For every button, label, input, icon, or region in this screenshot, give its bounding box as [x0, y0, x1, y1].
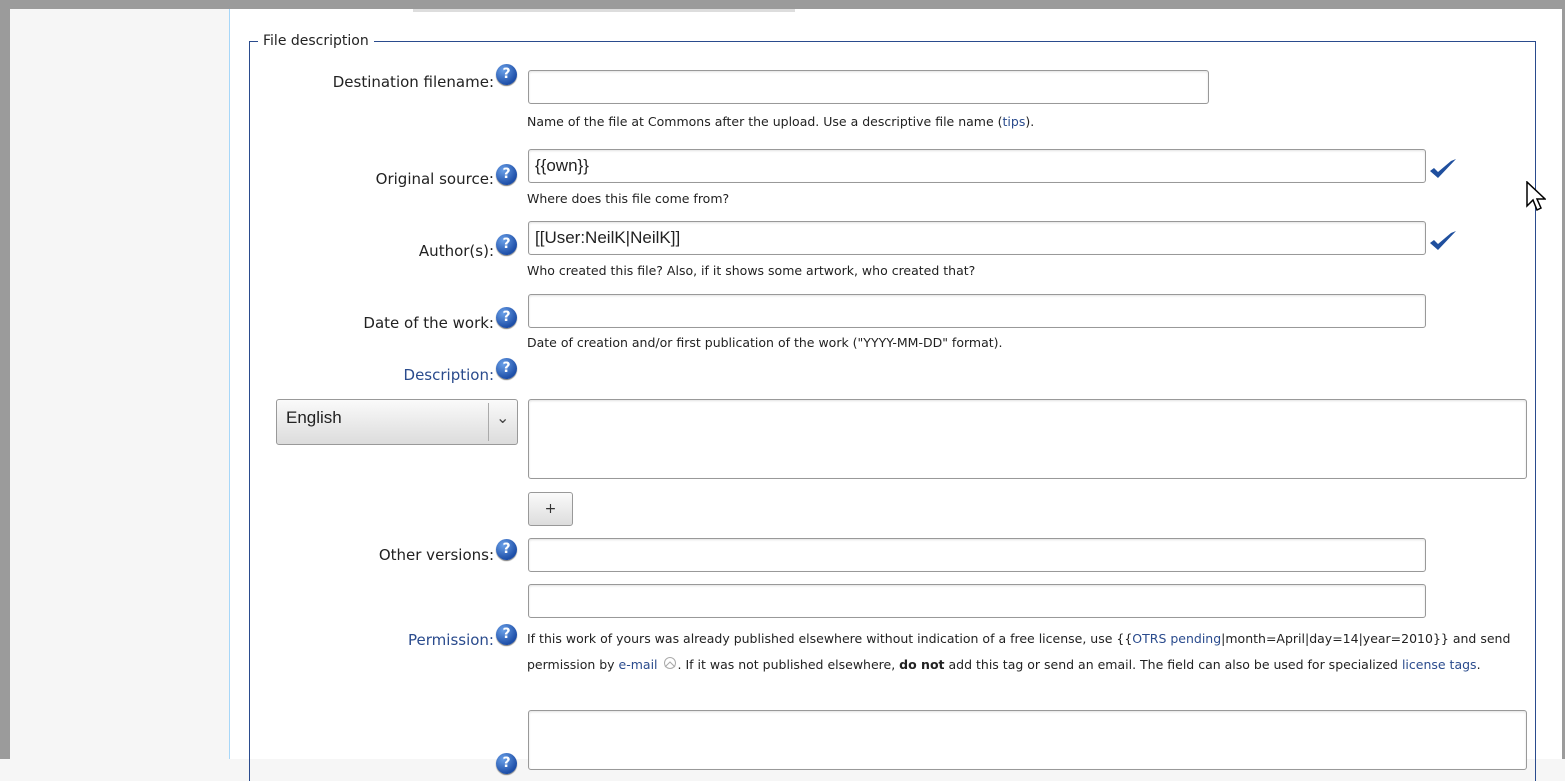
help-icon[interactable]: ?	[496, 753, 517, 774]
date-of-work-label: Date of the work:	[363, 314, 494, 332]
help-icon[interactable]: ?	[496, 539, 517, 560]
help-icon[interactable]: ?	[496, 358, 517, 379]
permission-label-link[interactable]: Permission:	[408, 631, 494, 649]
help-icon[interactable]: ?	[496, 164, 517, 185]
destination-filename-input[interactable]	[528, 70, 1209, 104]
language-select-value: English	[286, 408, 342, 427]
select-divider	[488, 403, 489, 441]
description-label-link[interactable]: Description:	[404, 366, 494, 384]
window-frame-left	[0, 0, 10, 759]
checkmark-icon	[1430, 159, 1456, 178]
help-icon[interactable]: ?	[496, 624, 517, 645]
email-envelope-icon	[663, 657, 676, 669]
permission-textarea[interactable]	[528, 710, 1527, 770]
language-select[interactable]: English ⌄	[276, 399, 518, 445]
date-of-work-input[interactable]	[528, 294, 1426, 328]
add-description-button[interactable]: +	[528, 492, 573, 526]
other-versions-input-2[interactable]	[528, 584, 1426, 618]
license-tags-link[interactable]: license tags	[1402, 657, 1477, 672]
permission-hint: If this work of yours was already publis…	[527, 631, 1511, 672]
author-hint: Who created this file? Also, if it shows…	[527, 263, 976, 278]
help-icon[interactable]: ?	[496, 234, 517, 255]
date-of-work-hint: Date of creation and/or first publicatio…	[527, 335, 1003, 350]
otrs-pending-link[interactable]: OTRS pending	[1132, 631, 1221, 646]
help-icon[interactable]: ?	[496, 64, 517, 85]
checkmark-icon	[1430, 231, 1456, 250]
original-source-hint: Where does this file come from?	[527, 191, 730, 206]
window-frame-top	[0, 0, 1565, 9]
other-versions-input[interactable]	[528, 538, 1426, 572]
email-link[interactable]: e-mail	[619, 657, 658, 672]
top-divider	[413, 9, 795, 12]
original-source-label: Original source:	[375, 170, 494, 188]
original-source-input[interactable]	[528, 149, 1426, 183]
other-versions-label: Other versions:	[378, 546, 494, 564]
author-input[interactable]	[528, 221, 1426, 255]
tips-link[interactable]: tips	[1003, 114, 1026, 129]
help-icon[interactable]: ?	[496, 307, 517, 328]
chevron-down-icon: ⌄	[496, 410, 510, 427]
destination-filename-label: Destination filename:	[332, 73, 494, 91]
description-textarea[interactable]	[528, 399, 1527, 479]
destination-filename-hint: Name of the file at Commons after the up…	[527, 114, 1035, 129]
mouse-cursor-icon	[1526, 181, 1546, 212]
fieldset-legend: File description	[258, 33, 374, 49]
author-label: Author(s):	[418, 242, 494, 260]
